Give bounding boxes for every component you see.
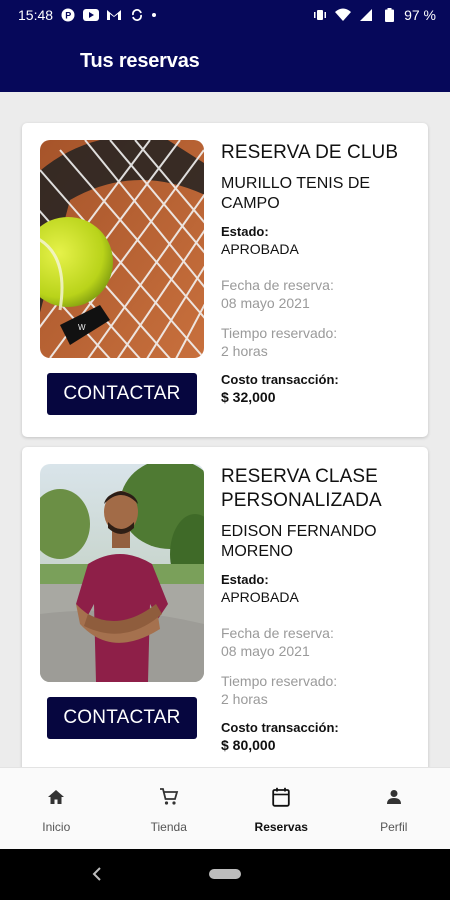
contact-button[interactable]: CONTACTAR <box>47 697 197 739</box>
nav-label: Reservas <box>254 820 308 834</box>
app-notification-icon: P <box>60 7 76 23</box>
time-label: Tiempo reservado: <box>221 325 338 341</box>
reservation-info: RESERVA DE CLUB MURILLO TENIS DE CAMPO E… <box>221 141 421 406</box>
status-right: 97 % <box>312 7 436 23</box>
gmail-icon <box>106 7 122 23</box>
home-pill[interactable] <box>209 869 241 879</box>
cart-icon <box>158 786 180 808</box>
nav-item-inicio[interactable]: Inicio <box>0 768 113 849</box>
instructor-portrait-photo <box>40 464 204 682</box>
reservations-list[interactable]: W CONTACTAR RESERVA DE CLUB MURILLO TENI… <box>0 92 450 767</box>
status-label: Estado: <box>221 224 269 239</box>
time-label: Tiempo reservado: <box>221 673 338 689</box>
reservation-type: RESERVA DE CLUB <box>221 142 399 163</box>
back-icon[interactable] <box>90 865 106 883</box>
nav-item-reservas[interactable]: Reservas <box>225 768 338 849</box>
reservation-name: EDISON FERNANDO MORENO <box>221 523 377 560</box>
bottom-navigation: Inicio Tienda Reservas Perfil <box>0 767 450 849</box>
status-value: APROBADA <box>221 241 299 257</box>
battery-icon <box>381 7 397 23</box>
nav-label: Tienda <box>150 820 187 834</box>
nav-label: Perfil <box>380 820 408 834</box>
signal-icon <box>358 7 374 23</box>
date-value: 08 mayo 2021 <box>221 295 310 311</box>
reservation-type: RESERVA CLASE PERSONALIZADA <box>221 466 382 511</box>
contact-button[interactable]: CONTACTAR <box>47 373 197 415</box>
person-icon <box>383 786 405 808</box>
status-value: APROBADA <box>221 589 299 605</box>
cost-label: Costo transacción: <box>221 720 339 735</box>
battery-percent: 97 % <box>404 7 436 23</box>
date-value: 08 mayo 2021 <box>221 643 310 659</box>
wifi-icon <box>335 7 352 23</box>
status-time: 15:48 <box>18 7 54 23</box>
reservation-info: RESERVA CLASE PERSONALIZADA EDISON FERNA… <box>221 465 421 754</box>
time-value: 2 horas <box>221 691 268 707</box>
cost-value: $ 80,000 <box>221 737 276 753</box>
status-bar: 15:48 P 97 % <box>0 0 450 30</box>
system-navigation-bar <box>0 849 450 900</box>
date-label: Fecha de reserva: <box>221 277 334 293</box>
nav-item-tienda[interactable]: Tienda <box>113 768 226 849</box>
time-value: 2 horas <box>221 343 268 359</box>
home-icon <box>45 786 67 808</box>
more-notifications-dot <box>152 13 157 17</box>
calendar-icon <box>270 786 292 808</box>
app-bar: Tus reservas <box>0 30 450 92</box>
status-left: 15:48 P <box>18 7 157 23</box>
nav-item-perfil[interactable]: Perfil <box>338 768 450 849</box>
vibrate-icon <box>312 7 328 23</box>
cost-label: Costo transacción: <box>221 372 339 387</box>
svg-text:W: W <box>78 323 86 332</box>
youtube-icon <box>83 7 100 23</box>
date-label: Fecha de reserva: <box>221 625 334 641</box>
tennis-ball-racket-photo: W <box>40 140 204 358</box>
status-label: Estado: <box>221 572 269 587</box>
reservation-card: W CONTACTAR RESERVA DE CLUB MURILLO TENI… <box>22 123 428 437</box>
cost-value: $ 32,000 <box>221 389 276 405</box>
sync-icon <box>129 7 145 23</box>
reservation-name: MURILLO TENIS DE CAMPO <box>221 175 371 212</box>
reservation-card: CONTACTAR RESERVA CLASE PERSONALIZADA ED… <box>22 447 428 767</box>
svg-text:P: P <box>65 11 71 21</box>
page-title: Tus reservas <box>80 50 200 72</box>
nav-label: Inicio <box>42 820 71 834</box>
